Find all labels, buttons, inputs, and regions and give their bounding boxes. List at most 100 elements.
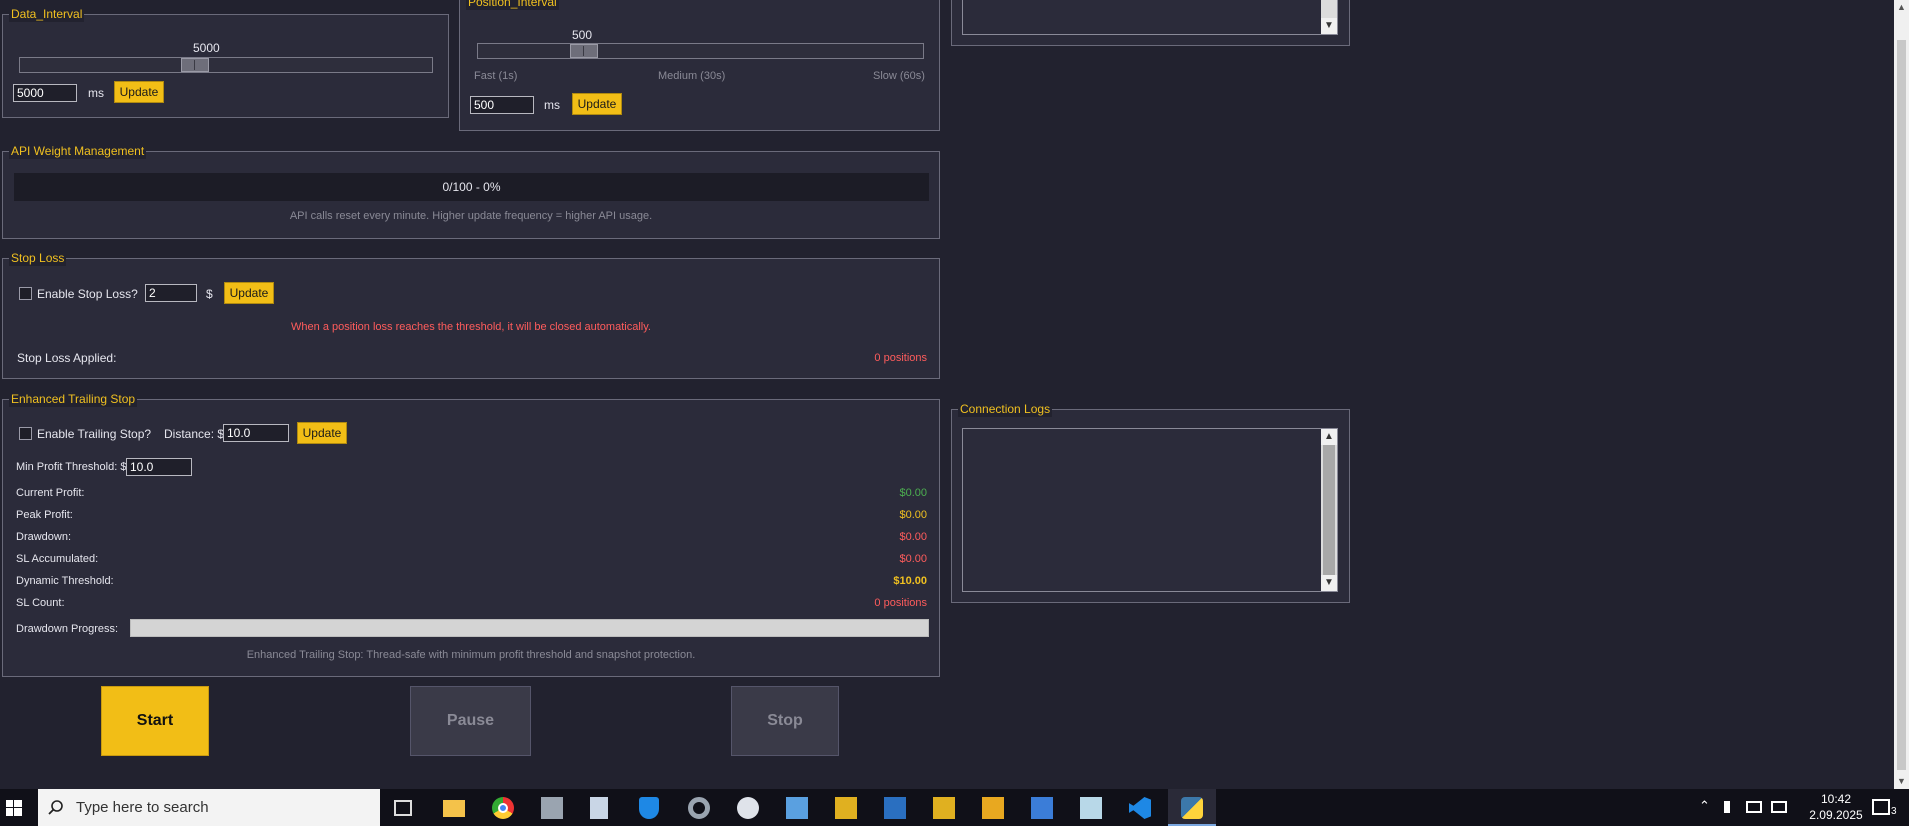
file-explorer-icon[interactable] xyxy=(443,800,465,817)
tray-chevron-up-icon[interactable]: ⌃ xyxy=(1699,798,1710,814)
chrome-icon[interactable] xyxy=(492,797,514,819)
scroll-down-icon[interactable]: ▼ xyxy=(1321,575,1337,591)
position-interval-group: Position_Interval 500 Fast (1s) Medium (… xyxy=(459,0,940,131)
notification-center-icon[interactable] xyxy=(1872,799,1890,815)
shield-icon[interactable] xyxy=(639,797,659,819)
trailing-stop-checkbox[interactable] xyxy=(19,427,32,440)
stop-loss-warning: When a position loss reaches the thresho… xyxy=(291,321,651,333)
clock-date[interactable]: 2.09.2025 xyxy=(1800,808,1872,822)
stat-label: SL Count: xyxy=(16,597,65,609)
data-interval-slider[interactable] xyxy=(19,57,433,73)
position-interval-unit: ms xyxy=(544,98,560,112)
top-log-group: ▼ xyxy=(951,0,1350,46)
vscode-icon[interactable] xyxy=(1129,797,1151,819)
min-profit-label: Min Profit Threshold: $ xyxy=(16,461,127,473)
stat-row: Peak Profit: $0.00 xyxy=(16,509,927,523)
trailing-stop-update-button[interactable]: Update xyxy=(297,422,347,444)
stop-loss-checkbox[interactable] xyxy=(19,287,32,300)
position-interval-tick-medium: Medium (30s) xyxy=(658,70,726,82)
trailing-stop-legend: Enhanced Trailing Stop xyxy=(9,391,138,407)
stat-label: SL Accumulated: xyxy=(16,553,99,565)
data-interval-update-button[interactable]: Update xyxy=(114,81,164,103)
top-log-textarea[interactable]: ▼ xyxy=(962,0,1338,35)
drawdown-progress-bar xyxy=(130,619,929,637)
stat-row: Drawdown: $0.00 xyxy=(16,531,927,545)
scrollbar-thumb[interactable] xyxy=(1323,445,1335,575)
stat-value: 0 positions xyxy=(874,597,927,609)
windows-start-icon[interactable] xyxy=(0,789,36,826)
stop-loss-applied-value: 0 positions xyxy=(874,352,927,364)
stat-label: Dynamic Threshold: xyxy=(16,575,114,587)
stat-row: Current Profit: $0.00 xyxy=(16,487,927,501)
settings-icon[interactable] xyxy=(688,797,710,819)
position-interval-input[interactable]: 500 xyxy=(470,96,534,114)
api-weight-note: API calls reset every minute. Higher upd… xyxy=(289,210,653,222)
position-interval-slider-value: 500 xyxy=(572,28,593,42)
position-interval-update-button[interactable]: Update xyxy=(572,93,622,115)
api-weight-progress-bar: 0/100 - 0% xyxy=(14,173,929,201)
app-yellow-1-icon[interactable] xyxy=(835,797,857,819)
trailing-stop-note: Enhanced Trailing Stop: Thread-safe with… xyxy=(246,649,696,661)
scrollbar-thumb[interactable] xyxy=(1897,40,1906,770)
app-blue-1-icon[interactable] xyxy=(884,797,906,819)
notification-count: 3 xyxy=(1891,806,1897,817)
volume-muted-icon[interactable] xyxy=(1724,801,1736,813)
trailing-stop-group: Enhanced Trailing Stop Enable Trailing S… xyxy=(2,391,940,677)
stop-button[interactable]: Stop xyxy=(731,686,839,756)
trailing-stop-distance-input[interactable]: 10.0 xyxy=(223,424,289,442)
data-interval-unit: ms xyxy=(88,86,104,100)
scroll-up-icon[interactable]: ▲ xyxy=(1321,429,1337,445)
connection-logs-group: Connection Logs ▲ ▼ xyxy=(951,401,1350,603)
connection-logs-textarea[interactable]: ▲ ▼ xyxy=(962,428,1338,592)
clock-time[interactable]: 10:42 xyxy=(1800,792,1872,806)
stop-loss-input[interactable]: 2 xyxy=(145,284,197,302)
stop-loss-applied-label: Stop Loss Applied: xyxy=(17,351,117,365)
stat-value: $0.00 xyxy=(899,553,927,565)
taskbar-search-box[interactable]: Type here to search xyxy=(38,789,380,826)
photos-icon[interactable] xyxy=(786,797,808,819)
paint-icon[interactable] xyxy=(737,797,759,819)
position-interval-tick-slow: Slow (60s) xyxy=(873,70,925,82)
position-interval-slider[interactable] xyxy=(477,43,924,59)
stat-label: Peak Profit: xyxy=(16,509,73,521)
stat-value: $0.00 xyxy=(899,531,927,543)
stop-loss-update-button[interactable]: Update xyxy=(224,282,274,304)
pause-button[interactable]: Pause xyxy=(410,686,531,756)
task-view-icon[interactable] xyxy=(394,800,412,816)
trailing-stop-distance-label: Distance: $ xyxy=(164,427,225,441)
scroll-down-icon[interactable]: ▼ xyxy=(1894,774,1909,789)
app-yellow-2-icon[interactable] xyxy=(933,797,955,819)
scroll-down-icon[interactable]: ▼ xyxy=(1321,18,1337,34)
stop-loss-group: Stop Loss Enable Stop Loss? 2 $ Update W… xyxy=(2,250,940,379)
data-interval-group: Data_Interval 5000 5000 ms Update xyxy=(2,6,449,118)
app-blue-2-icon[interactable] xyxy=(1031,797,1053,819)
stat-value: $0.00 xyxy=(899,509,927,521)
document-icon[interactable] xyxy=(590,797,608,819)
position-interval-tick-fast: Fast (1s) xyxy=(474,70,518,82)
api-weight-progress-text: 0/100 - 0% xyxy=(442,180,501,194)
remote-desktop-icon[interactable] xyxy=(541,797,563,819)
scroll-up-icon[interactable]: ▲ xyxy=(1894,0,1909,15)
window-scrollbar[interactable]: ▲ ▼ xyxy=(1894,0,1909,789)
stop-loss-enable-label[interactable]: Enable Stop Loss? xyxy=(37,287,138,301)
security-tray-icon[interactable] xyxy=(1771,801,1787,813)
python-app-taskbar-item[interactable] xyxy=(1168,789,1216,826)
taskbar-search-placeholder: Type here to search xyxy=(76,799,209,816)
start-button[interactable]: Start xyxy=(101,686,209,756)
min-profit-input[interactable]: 10.0 xyxy=(126,458,192,476)
top-log-scrollbar[interactable]: ▼ xyxy=(1321,0,1337,34)
api-weight-group: API Weight Management 0/100 - 0% API cal… xyxy=(2,143,940,239)
position-interval-slider-thumb[interactable] xyxy=(570,44,598,58)
data-interval-input[interactable]: 5000 xyxy=(13,84,77,102)
taskbar: Type here to search ⌃ 10:42 2.09.2025 3 xyxy=(0,789,1909,826)
connection-logs-scrollbar[interactable]: ▲ ▼ xyxy=(1321,429,1337,591)
stat-label: Current Profit: xyxy=(16,487,85,499)
notes-icon[interactable] xyxy=(1080,797,1102,819)
network-icon[interactable] xyxy=(1746,801,1762,813)
app-yellow-3-icon[interactable] xyxy=(982,797,1004,819)
data-interval-slider-thumb[interactable] xyxy=(181,58,209,72)
stat-value: $10.00 xyxy=(893,575,927,587)
trailing-stop-enable-label[interactable]: Enable Trailing Stop? xyxy=(37,427,151,441)
connection-logs-legend: Connection Logs xyxy=(958,401,1053,417)
position-interval-legend: Position_Interval xyxy=(466,0,559,10)
